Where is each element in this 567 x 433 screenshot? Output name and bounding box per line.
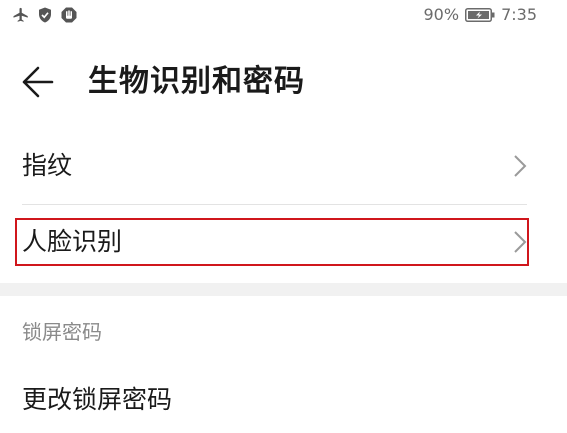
status-icons [12,6,78,24]
chevron-right-icon [514,155,527,177]
highlight-box [15,218,529,266]
shield-check-icon [39,7,51,23]
page-title: 生物识别和密码 [88,64,305,99]
battery-percent: 90% [423,5,460,24]
page-header: 生物识别和密码 [0,52,567,112]
list-item-label: 指纹 [22,151,73,180]
section-separator [0,283,567,296]
list-item-label: 更改锁屏密码 [22,385,173,414]
hand-stop-icon [61,7,77,23]
status-bar: 90% 7:35 [0,0,567,32]
status-right: 90% 7:35 [424,5,538,24]
list-item-fingerprint[interactable]: 指纹 [0,140,567,196]
divider [22,204,527,205]
section-header-lock-password: 锁屏密码 [22,320,102,344]
back-arrow-icon [22,66,54,98]
clock: 7:35 [501,5,537,24]
list-item-change-lock-password[interactable]: 更改锁屏密码 [0,380,567,424]
back-button[interactable] [18,64,58,100]
battery-icon [465,7,495,22]
airplane-mode-icon [13,7,28,22]
